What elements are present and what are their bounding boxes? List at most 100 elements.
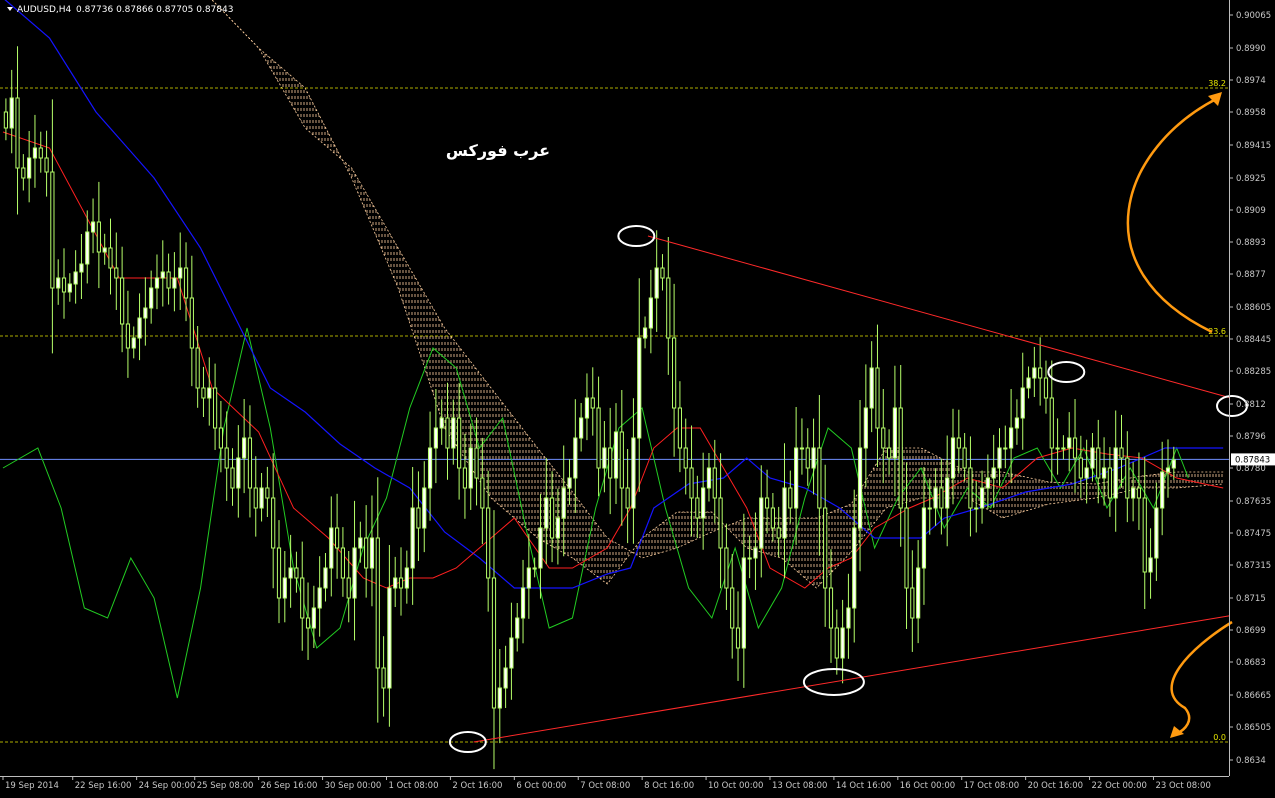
candle-body <box>753 547 758 559</box>
candle-body <box>788 487 793 509</box>
candle-body <box>945 477 950 509</box>
candle-body <box>718 497 723 549</box>
candle-body <box>968 467 973 509</box>
candle-body <box>590 397 595 409</box>
candle-body <box>538 527 543 569</box>
candle-body <box>1032 367 1037 379</box>
candle-body <box>997 447 1002 469</box>
candle-body <box>974 507 979 510</box>
candle-body <box>422 487 427 529</box>
senkou-span-a <box>211 0 1224 559</box>
candle-body <box>230 467 235 489</box>
candle-body <box>608 447 613 479</box>
candle-body <box>555 517 560 539</box>
candle-body <box>1055 447 1060 450</box>
price-tick-label: 0.8634 <box>1236 756 1266 766</box>
candle-body <box>131 337 136 349</box>
watermark-text: عرب فوركس <box>446 141 550 160</box>
candlesticks <box>3 46 1176 770</box>
candle-body <box>114 267 119 279</box>
candle-body <box>863 407 868 449</box>
candle-body <box>73 271 78 285</box>
candle-body <box>416 507 421 529</box>
candle-body <box>404 567 409 589</box>
candle-body <box>921 507 927 569</box>
candle-body <box>32 147 38 159</box>
candle-body <box>1020 387 1025 419</box>
price-tick-label: 0.86665 <box>1236 691 1271 701</box>
candle-body <box>183 267 189 299</box>
candle-body <box>846 607 851 629</box>
candle-body <box>823 507 828 589</box>
price-tick-label: 0.8909 <box>1236 206 1266 216</box>
candle-body <box>44 157 49 173</box>
candle-body <box>979 487 985 509</box>
candle-body <box>642 327 648 339</box>
candle-body <box>520 587 526 619</box>
candle-body <box>491 577 497 709</box>
candle-body <box>311 607 316 629</box>
candle-body <box>160 271 165 279</box>
candle-body <box>677 407 683 449</box>
candle-body <box>271 497 276 549</box>
candle-body <box>427 447 433 489</box>
candle-body <box>881 427 886 449</box>
candle-body <box>689 467 694 499</box>
candle-body <box>1038 367 1043 379</box>
candle-body <box>236 457 241 489</box>
candle-body <box>346 577 351 599</box>
menu-triangle-icon[interactable] <box>7 7 13 11</box>
candle-body <box>125 323 131 349</box>
candle-body <box>532 567 537 570</box>
candle-body <box>207 387 212 399</box>
candle-body <box>468 447 473 489</box>
time-tick-label: 24 Sep 00:00 <box>139 781 196 791</box>
candle-body <box>735 627 741 649</box>
candle-body <box>706 467 712 489</box>
candle-body <box>654 267 659 299</box>
price-chart[interactable]: 38.223.60.0 0.90065 0.8990 0.8974 0.8958 0.8… <box>0 0 1275 794</box>
fibonacci-levels: 38.223.60.0 <box>0 79 1229 743</box>
candle-body <box>1113 447 1118 499</box>
candle-body <box>724 547 729 589</box>
candle-body <box>480 477 485 509</box>
candle-body <box>869 367 874 409</box>
candle-body <box>265 487 270 499</box>
candle-body <box>335 527 340 549</box>
candle-body <box>352 547 357 599</box>
time-tick-label: 10 Oct 00:00 <box>708 781 763 791</box>
candle-body <box>1084 467 1089 479</box>
chart-header: AUDUSD,H4 0.87736 0.87866 0.87705 0.8784… <box>7 5 233 15</box>
time-tick-label: 30 Sep 00:00 <box>325 781 382 791</box>
candle-body <box>1107 467 1112 499</box>
candle-body <box>875 367 880 429</box>
price-tick-label: 0.90065 <box>1236 11 1271 21</box>
candle-body <box>1090 447 1095 469</box>
candle-body <box>962 447 967 469</box>
candle-body <box>218 427 223 449</box>
price-tick-label: 0.88445 <box>1236 335 1271 345</box>
candle-body <box>811 447 816 469</box>
candle-body <box>3 111 9 129</box>
candle-body <box>259 487 264 509</box>
time-tick-label: 16 Oct 00:00 <box>900 781 955 791</box>
chart-window[interactable]: 38.2 23.6 0.0 0.90065 0.8990 0.8974 0.8958 0.8… <box>0 0 1275 794</box>
candle-body <box>613 431 619 479</box>
candle-body <box>474 447 479 479</box>
candle-body <box>782 487 787 539</box>
candle-body <box>1101 467 1107 479</box>
candle-body <box>892 407 897 459</box>
time-tick-label: 26 Sep 16:00 <box>261 781 318 791</box>
candle-body <box>579 417 584 439</box>
candle-body <box>1119 447 1124 459</box>
time-tick-label: 22 Oct 00:00 <box>1092 781 1147 791</box>
price-tick-label: 0.86505 <box>1236 723 1271 733</box>
candle-body <box>375 537 380 669</box>
candle-body <box>1125 457 1130 499</box>
time-tick-label: 1 Oct 08:00 <box>388 781 438 791</box>
candle-body <box>358 537 363 549</box>
price-tick-label: 0.89415 <box>1236 141 1271 151</box>
candle-body <box>294 567 299 579</box>
candle-body <box>21 167 26 179</box>
candle-body <box>794 447 799 509</box>
